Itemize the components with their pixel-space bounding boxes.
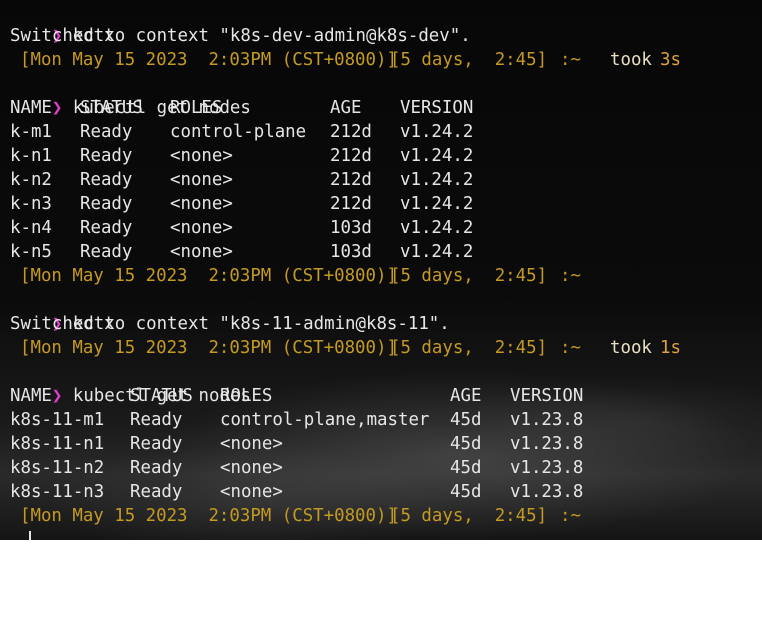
column-header: VERSION xyxy=(400,98,474,118)
uptime: [5 days, 2:45] xyxy=(390,266,548,286)
status-cell: Ready xyxy=(80,242,133,262)
age-cell: 45d xyxy=(450,434,482,454)
roles-cell: <none> xyxy=(170,242,233,262)
version-cell: v1.24.2 xyxy=(400,242,474,262)
status-cell: Ready xyxy=(130,458,183,478)
took-value: 1s xyxy=(660,338,681,358)
name-cell: k-n1 xyxy=(10,146,52,166)
roles-cell: <none> xyxy=(170,146,233,166)
roles-cell: <none> xyxy=(170,170,233,190)
name-cell: k-n5 xyxy=(10,242,52,262)
prompt-line: ❯ kctx xyxy=(10,288,115,334)
column-header: ROLES xyxy=(170,98,223,118)
roles-cell: <none> xyxy=(220,482,283,502)
age-cell: 103d xyxy=(330,242,372,262)
roles-cell: <none> xyxy=(170,194,233,214)
status-line: [Mon May 15 2023 2:03PM (CST+0800)] [5 d… xyxy=(10,264,581,288)
column-header: STATUS xyxy=(80,98,143,118)
version-cell: v1.23.8 xyxy=(510,434,584,454)
version-cell: v1.24.2 xyxy=(400,170,474,190)
uptime: [5 days, 2:45] xyxy=(390,338,548,358)
column-header: STATUS xyxy=(130,386,193,406)
status-cell: Ready xyxy=(80,170,133,190)
roles-cell: <none> xyxy=(170,218,233,238)
took-label: took xyxy=(610,338,652,358)
took-label: took xyxy=(610,50,652,70)
status-cell: Ready xyxy=(80,146,133,166)
version-cell: v1.24.2 xyxy=(400,122,474,142)
status-line: [Mon May 15 2023 2:03PM (CST+0800)] [5 d… xyxy=(10,336,681,360)
age-cell: 45d xyxy=(450,482,482,502)
age-cell: 45d xyxy=(450,410,482,430)
column-header: AGE xyxy=(330,98,362,118)
roles-cell: <none> xyxy=(220,434,283,454)
timestamp: [Mon May 15 2023 2:03PM (CST+0800)] xyxy=(20,506,397,526)
status-cell: Ready xyxy=(80,194,133,214)
column-header: VERSION xyxy=(510,386,584,406)
version-cell: v1.23.8 xyxy=(510,410,584,430)
age-cell: 212d xyxy=(330,146,372,166)
age-cell: 212d xyxy=(330,170,372,190)
column-header: NAME xyxy=(10,386,52,406)
timestamp: [Mon May 15 2023 2:03PM (CST+0800)] xyxy=(20,266,397,286)
text-cursor xyxy=(29,531,31,540)
name-cell: k8s-11-m1 xyxy=(10,410,105,430)
age-cell: 45d xyxy=(450,458,482,478)
version-cell: v1.23.8 xyxy=(510,458,584,478)
current-path: :~ xyxy=(560,338,581,358)
current-path: :~ xyxy=(560,266,581,286)
status-cell: Ready xyxy=(80,122,133,142)
uptime: [5 days, 2:45] xyxy=(390,50,548,70)
status-line: [Mon May 15 2023 2:03PM (CST+0800)] [5 d… xyxy=(10,504,581,528)
column-header: AGE xyxy=(450,386,482,406)
chevron-right-icon: ❯ xyxy=(51,386,63,406)
output-line: Switched to context "k8s-dev-admin@k8s-d… xyxy=(10,26,471,46)
name-cell: k-n3 xyxy=(10,194,52,214)
name-cell: k-m1 xyxy=(10,122,52,142)
column-header: ROLES xyxy=(220,386,273,406)
age-cell: 212d xyxy=(330,122,372,142)
status-cell: Ready xyxy=(130,434,183,454)
roles-cell: <none> xyxy=(220,458,283,478)
prompt-line: ❯ kctx xyxy=(10,0,115,46)
current-path: :~ xyxy=(560,50,581,70)
roles-cell: control-plane xyxy=(170,122,307,142)
status-line: [Mon May 15 2023 2:03PM (CST+0800)] [5 d… xyxy=(10,48,681,72)
status-cell: Ready xyxy=(130,410,183,430)
name-cell: k8s-11-n2 xyxy=(10,458,105,478)
age-cell: 212d xyxy=(330,194,372,214)
current-path: :~ xyxy=(560,506,581,526)
version-cell: v1.24.2 xyxy=(400,146,474,166)
name-cell: k-n4 xyxy=(10,218,52,238)
prompt-line: ❯ kubectl get nodes xyxy=(10,360,251,406)
age-cell: 103d xyxy=(330,218,372,238)
name-cell: k8s-11-n3 xyxy=(10,482,105,502)
status-cell: Ready xyxy=(80,218,133,238)
roles-cell: control-plane,master xyxy=(220,410,430,430)
took-value: 3s xyxy=(660,50,681,70)
name-cell: k-n2 xyxy=(10,170,52,190)
version-cell: v1.24.2 xyxy=(400,194,474,214)
version-cell: v1.23.8 xyxy=(510,482,584,502)
name-cell: k8s-11-n1 xyxy=(10,434,105,454)
uptime: [5 days, 2:45] xyxy=(390,506,548,526)
column-header: NAME xyxy=(10,98,52,118)
output-line: Switched to context "k8s-11-admin@k8s-11… xyxy=(10,314,450,334)
timestamp: [Mon May 15 2023 2:03PM (CST+0800)] xyxy=(20,50,397,70)
chevron-right-icon: ❯ xyxy=(51,98,63,118)
version-cell: v1.24.2 xyxy=(400,218,474,238)
prompt-line: ❯ kubectl get nodes xyxy=(10,72,251,118)
terminal-window[interactable]: ❯ kctx Switched to context "k8s-dev-admi… xyxy=(0,0,762,540)
timestamp: [Mon May 15 2023 2:03PM (CST+0800)] xyxy=(20,338,397,358)
status-cell: Ready xyxy=(130,482,183,502)
